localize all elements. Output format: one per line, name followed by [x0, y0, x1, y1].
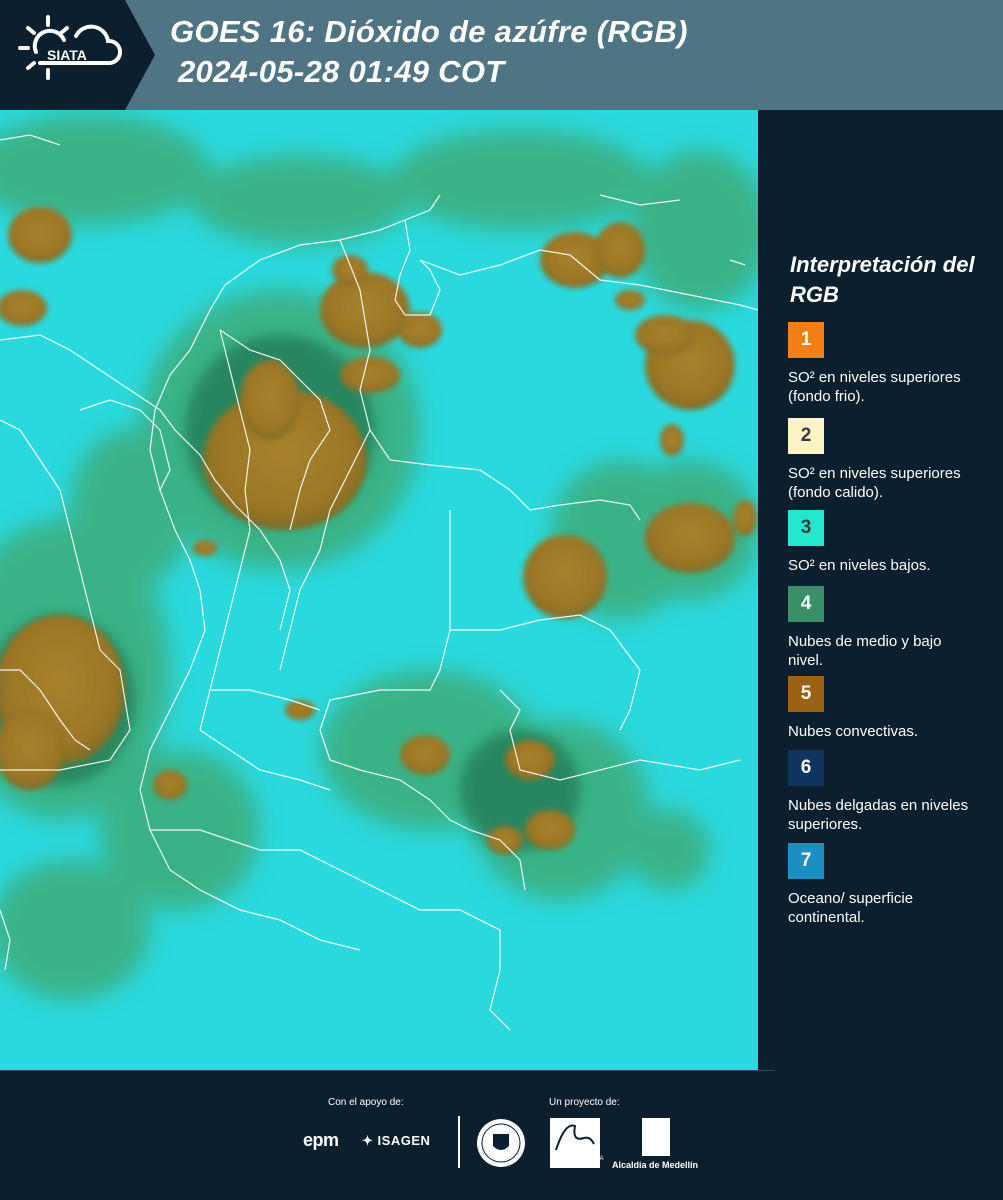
support-label: Con el apoyo de: [328, 1097, 404, 1108]
epm-logo: epm [303, 1130, 339, 1150]
legend-item-2: 2 SO² en niveles superiores (fondo calid… [788, 418, 988, 502]
siata-logo-text: SIATA [47, 47, 87, 63]
header-banner: SIATA GOES 16: Dióxido de azúfre (RGB) 2… [0, 0, 1003, 110]
legend-label-3: SO² en niveles bajos. [788, 557, 931, 574]
footer-vertical-divider [458, 1116, 460, 1168]
isagen-logo-text: ISAGEN [377, 1133, 431, 1148]
satellite-map-image [0, 110, 758, 1070]
siata-logo: SIATA [0, 0, 155, 110]
legend-label-5: Nubes convectivas. [788, 723, 919, 740]
footer-divider-line [0, 1070, 775, 1071]
isagen-logo: ✦ ISAGEN [362, 1133, 430, 1149]
medellin-seal-icon [477, 1119, 525, 1167]
legend-swatch-1: 1 [788, 322, 824, 358]
legend-swatch-7: 7 [788, 843, 824, 879]
legend-item-6: 6 Nubes delgadas en niveles superiores. [788, 750, 988, 834]
page-title: GOES 16: Dióxido de azúfre (RGB) [170, 14, 688, 49]
satellite-map [0, 110, 758, 1070]
legend-swatch-6: 6 [788, 750, 824, 786]
legend-item-5: 5 Nubes convectivas. [788, 676, 988, 741]
legend-swatch-5: 5 [788, 676, 824, 712]
legend-label-2: SO² en niveles superiores (fondo calido)… [788, 465, 961, 501]
area-metropolitana-text: METROPOLITANA Valle de Aburrá [552, 1156, 604, 1168]
legend-item-1: 1 SO² en niveles superiores (fondo frio)… [788, 322, 988, 406]
legend-item-7: 7 Oceano/ superficie continental. [788, 843, 988, 927]
legend-label-1: SO² en niveles superiores (fondo frio). [788, 369, 961, 405]
legend-item-3: 3 SO² en niveles bajos. [788, 510, 988, 575]
legend-title: Interpretación del RGB [790, 252, 975, 307]
legend-label-4: Nubes de medio y bajo nivel. [788, 633, 942, 669]
legend-panel: Interpretación del RGB 1 SO² en niveles … [758, 110, 1003, 1070]
isagen-icon: ✦ [362, 1133, 374, 1148]
area-metropolitana-icon [555, 1124, 595, 1151]
legend-swatch-4: 4 [788, 586, 824, 622]
legend-label-7: Oceano/ superficie continental. [788, 890, 914, 926]
legend-swatch-3: 3 [788, 510, 824, 546]
legend-swatch-2: 2 [788, 418, 824, 454]
legend-label-6: Nubes delgadas en niveles superiores. [788, 797, 969, 833]
alcaldia-logo-text: Alcaldía de Medellín [612, 1160, 699, 1170]
legend-item-4: 4 Nubes de medio y bajo nivel. [788, 586, 988, 670]
footer: Con el apoyo de: Un proyecto de: epm ✦ I… [0, 1070, 1003, 1200]
alcaldia-shield-icon [642, 1118, 670, 1156]
page-timestamp: 2024-05-28 01:49 COT [178, 54, 505, 89]
project-label: Un proyecto de: [549, 1097, 620, 1108]
